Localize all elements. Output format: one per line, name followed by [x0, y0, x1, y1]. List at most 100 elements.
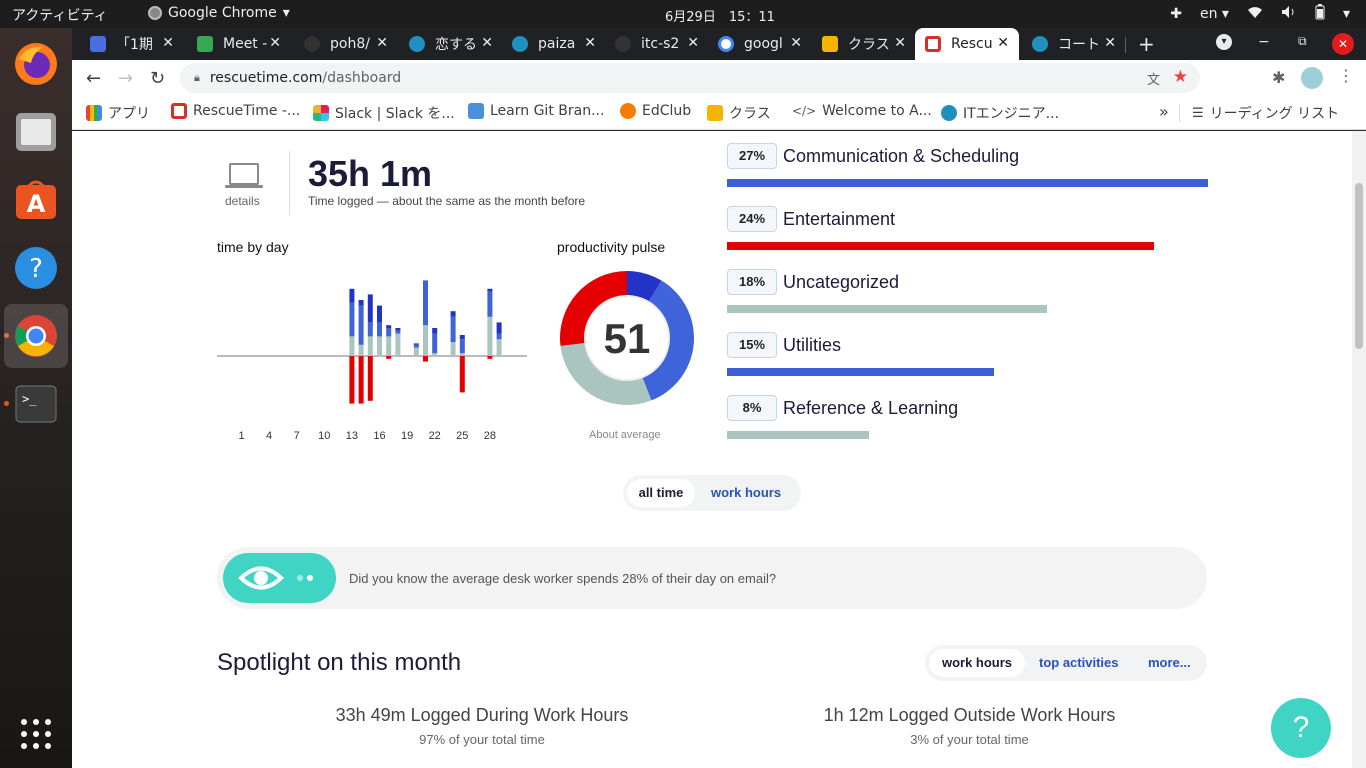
tab[interactable]: コート ✕	[1022, 28, 1126, 60]
ubuntu-dock: A ? >_	[0, 28, 72, 768]
bar-segment	[377, 305, 382, 323]
bookmark-star-icon[interactable]: ★	[1173, 67, 1188, 87]
page-scrollbar[interactable]	[1352, 131, 1366, 768]
toggle-all-time[interactable]: all time	[627, 479, 695, 507]
activities-button[interactable]: アクティビティ	[12, 5, 108, 25]
system-tray[interactable]: ✚ en ▾ ▾	[1170, 4, 1350, 24]
toggle-work-hours[interactable]: work hours	[711, 479, 781, 507]
address-bar[interactable]: 🔒︎ rescuetime.com/dashboard 文 ★	[180, 63, 1200, 93]
close-icon[interactable]: ✕	[790, 35, 802, 51]
bookmark-item[interactable]: Learn Git Bran...	[468, 103, 604, 119]
category-bar	[727, 179, 1208, 187]
reload-icon[interactable]: ↻	[150, 68, 165, 89]
minimize-icon[interactable]: −	[1258, 34, 1270, 50]
close-icon[interactable]: ✕	[481, 35, 493, 51]
tab[interactable]: googl ✕	[708, 28, 812, 60]
category-row[interactable]: 24% Entertainment	[727, 206, 1155, 250]
bookmark-apps[interactable]: アプリ	[86, 103, 150, 123]
carousel-dot[interactable]	[297, 575, 303, 581]
files-icon[interactable]	[12, 108, 60, 156]
tab[interactable]: itc-s2 ✕	[605, 28, 709, 60]
app-store-icon[interactable]: A	[12, 176, 60, 224]
category-name: Utilities	[783, 334, 842, 355]
tab[interactable]: Meet - ✕	[187, 28, 291, 60]
chrome-tab-strip: 「1期 ✕ Meet - ✕ poh8/ ✕ 恋する ✕ paiza ✕ itc…	[72, 28, 1366, 60]
tab[interactable]: 恋する ✕	[399, 28, 503, 60]
bookmark-item[interactable]: Slack | Slack を...	[313, 103, 455, 123]
profile-avatar[interactable]	[1301, 67, 1323, 89]
close-icon[interactable]: ✕	[1104, 35, 1116, 51]
close-icon[interactable]: ✕	[376, 35, 388, 51]
details-link[interactable]: details	[225, 194, 260, 208]
reading-list-button[interactable]: ☰ リーディング リスト	[1192, 103, 1339, 123]
extensions-icon[interactable]: ✱	[1272, 68, 1285, 87]
close-icon[interactable]: ✕	[894, 35, 906, 51]
category-row[interactable]: 18% Uncategorized	[727, 269, 1048, 313]
volume-icon[interactable]	[1281, 5, 1297, 23]
reading-list-icon: ☰	[1192, 105, 1204, 121]
system-menu-caret-icon[interactable]: ▾	[1343, 6, 1350, 22]
scrollbar-thumb[interactable]	[1355, 183, 1363, 349]
bookmark-item[interactable]: ITエンジニア...	[941, 103, 1059, 123]
bookmark-label: クラス	[729, 106, 771, 122]
tab-title: Meet -	[223, 36, 268, 52]
system-clock[interactable]: 6月29日 15：11	[665, 6, 775, 25]
productivity-pulse-chart[interactable]: 51	[558, 269, 696, 407]
bar-segment	[358, 356, 364, 404]
forward-arrow-icon[interactable]: →	[118, 68, 133, 89]
category-row[interactable]: 15% Utilities	[727, 332, 994, 376]
back-arrow-icon[interactable]: ←	[86, 68, 101, 89]
bookmark-label: EdClub	[642, 103, 692, 119]
code-icon: </>	[792, 104, 817, 118]
total-time: 35h 1m	[308, 153, 433, 194]
close-window-icon[interactable]: ✕	[1332, 33, 1354, 55]
rescuetime-dashboard: details 35h 1m Time logged — about the s…	[72, 131, 1352, 768]
language-indicator[interactable]: en ▾	[1200, 6, 1229, 22]
battery-icon[interactable]	[1315, 4, 1325, 24]
bookmark-item[interactable]: クラス	[707, 103, 771, 123]
spotlight-tab-more[interactable]: more...	[1148, 649, 1191, 677]
bookmark-label: アプリ	[108, 106, 150, 122]
tab[interactable]: paiza ✕	[502, 28, 606, 60]
tab-title: 恋する	[435, 37, 477, 53]
stat-outside-hours: 1h 12m Logged Outside Work Hours 3% of y…	[797, 705, 1142, 747]
restore-icon[interactable]: ⧉	[1298, 34, 1307, 49]
carousel-dot[interactable]	[307, 575, 313, 581]
translate-icon[interactable]: 文	[1147, 69, 1160, 88]
tab[interactable]: 「1期 ✕	[80, 28, 184, 60]
tab-search-icon[interactable]: ▾	[1216, 34, 1232, 50]
app-menu[interactable]: Google Chrome ▾	[148, 5, 290, 21]
category-row[interactable]: 27% Communication & Scheduling	[727, 143, 1208, 187]
terminal-icon[interactable]: >_	[12, 380, 60, 428]
lock-icon[interactable]: 🔒︎	[194, 71, 200, 85]
spotlight-tab-top-activities[interactable]: top activities	[1039, 649, 1118, 677]
spotlight-tab-work-hours[interactable]: work hours	[929, 649, 1025, 677]
close-icon[interactable]: ✕	[584, 35, 596, 51]
more-bookmarks-icon[interactable]: »	[1159, 102, 1169, 121]
new-tab-icon[interactable]: +	[1138, 32, 1155, 56]
close-icon[interactable]: ✕	[687, 35, 699, 51]
close-icon[interactable]: ✕	[269, 35, 281, 51]
help-button[interactable]: ?	[1271, 698, 1331, 758]
bookmark-item[interactable]: </> Welcome to A...	[792, 103, 932, 119]
category-row[interactable]: 8% Reference & Learning	[727, 395, 958, 439]
tab-title: paiza	[538, 36, 576, 52]
tab[interactable]: クラス ✕	[812, 28, 916, 60]
bar-segment	[395, 330, 401, 334]
tab[interactable]: poh8/ ✕	[294, 28, 398, 60]
time-by-day-chart[interactable]: 1 4 7 10 13 16 19 22 25 28	[217, 261, 529, 441]
help-app-icon[interactable]: ?	[12, 244, 60, 292]
menu-kebab-icon[interactable]: ⋮	[1338, 66, 1354, 85]
show-apps-icon[interactable]	[12, 710, 60, 758]
laptop-icon[interactable]	[229, 163, 259, 185]
wifi-icon[interactable]	[1247, 5, 1263, 23]
accessibility-icon[interactable]: ✚	[1170, 6, 1182, 22]
tab-active[interactable]: Rescu ✕	[915, 28, 1019, 60]
close-icon[interactable]: ✕	[162, 35, 174, 51]
tab-favicon-icon	[90, 36, 106, 52]
bookmark-item[interactable]: RescueTime -...	[171, 103, 300, 119]
close-icon[interactable]: ✕	[997, 35, 1009, 51]
firefox-icon[interactable]	[12, 40, 60, 88]
bookmark-item[interactable]: EdClub	[620, 103, 691, 119]
chrome-icon[interactable]	[4, 304, 68, 368]
